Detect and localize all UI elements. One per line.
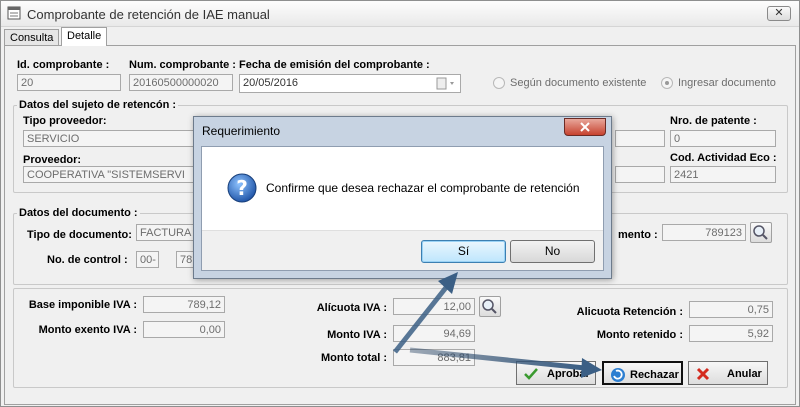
id-comprobante-field: 20 (17, 74, 121, 91)
tab-detalle[interactable]: Detalle (61, 27, 108, 46)
monto-retenido-field: 5,92 (689, 325, 773, 342)
rechazar-button[interactable]: Rechazar (602, 361, 683, 385)
alicuota-iva-label: Alícuota IVA : (316, 302, 387, 314)
tipo-documento-label: Tipo de documento: (27, 229, 132, 241)
sujeto-hidden-field-1 (615, 130, 665, 147)
window-close-button[interactable]: ✕ (767, 6, 791, 21)
alicuota-iva-field: 12,00 (393, 298, 475, 315)
aprobar-button[interactable]: Aprobar (516, 361, 596, 385)
fecha-emision-field[interactable]: 20/05/2016 (239, 74, 461, 93)
buscar-alicuota-button[interactable] (479, 296, 501, 317)
dialog-no-button[interactable]: No (510, 240, 595, 263)
proveedor-label: Proveedor: (23, 154, 82, 166)
window-title: Comprobante de retención de IAE manual (27, 7, 270, 22)
alicuota-retencion-label: Alicuota Retención : (576, 306, 683, 318)
cod-actividad-field: 2421 (670, 166, 776, 183)
monto-total-label: Monto total : (321, 352, 387, 364)
rechazar-label: Rechazar (630, 369, 679, 381)
base-imponible-label: Base imponible IVA : (28, 299, 137, 311)
sujeto-group-title: Datos del sujeto de retencón : (17, 99, 179, 111)
monto-iva-field: 94,69 (393, 325, 475, 342)
fecha-emision-value: 20/05/2016 (243, 77, 299, 89)
title-bar: Comprobante de retención de IAE manual ✕ (1, 1, 799, 27)
reject-refresh-icon (611, 368, 625, 382)
dialog-yes-button[interactable]: Sí (421, 240, 506, 263)
radio-ingresar-documento-label: Ingresar documento (678, 77, 776, 89)
close-icon (580, 122, 590, 132)
id-comprobante-label: Id. comprobante : (17, 59, 110, 71)
monto-iva-label: Monto IVA : (327, 329, 387, 341)
no-control-field-1: 00- (136, 251, 159, 268)
tab-consulta[interactable]: Consulta (4, 29, 60, 46)
dialog-footer: Sí No (202, 230, 603, 270)
cod-actividad-label: Cod. Actividad Eco : (670, 152, 777, 164)
fecha-emision-label: Fecha de emisión del comprobante : (239, 59, 430, 71)
monto-retenido-label: Monto retenido : (596, 329, 683, 341)
form-icon (7, 6, 21, 20)
documento-group-title: Datos del documento : (17, 207, 140, 219)
monto-exento-field: 0,00 (143, 321, 225, 338)
question-icon: ? (227, 173, 257, 203)
num-comprobante-label: Num. comprobante : (129, 59, 236, 71)
dialog-message: Confirme que desea rechazar el comproban… (266, 181, 580, 195)
check-icon (524, 368, 538, 380)
nro-patente-field: 0 (670, 130, 776, 147)
svg-text:?: ? (236, 176, 248, 200)
proveedor-field: COOPERATIVA "SISTEMSERVI (23, 166, 203, 183)
alicuota-retencion-field: 0,75 (689, 301, 773, 318)
sujeto-hidden-field-2 (615, 166, 665, 183)
confirm-dialog: Requerimiento ? Confirme que desea recha… (193, 116, 612, 279)
search-icon (753, 225, 768, 240)
cancel-x-icon (696, 367, 710, 381)
numero-documento-label: mento : (618, 229, 658, 241)
search-icon (482, 299, 497, 314)
dialog-title: Requerimiento (202, 124, 281, 138)
radio-segun-documento[interactable] (493, 77, 505, 89)
numero-documento-field: 789123 (662, 224, 746, 241)
no-control-label: No. de control : (47, 254, 128, 266)
anular-label: Anular (727, 368, 762, 380)
num-comprobante-field: 20160500000020 (129, 74, 233, 91)
base-imponible-field: 789,12 (143, 296, 225, 313)
calendar-dropdown-icon[interactable] (436, 77, 458, 90)
radio-ingresar-documento[interactable] (661, 77, 673, 89)
aprobar-label: Aprobar (547, 368, 590, 380)
buscar-documento-button[interactable] (750, 222, 772, 243)
nro-patente-label: Nro. de patente : (670, 115, 757, 127)
monto-exento-label: Monto exento IVA : (38, 324, 137, 336)
dialog-close-button[interactable] (564, 118, 606, 136)
monto-total-field: 883,81 (393, 349, 475, 366)
tipo-proveedor-label: Tipo proveedor: (23, 115, 107, 127)
tipo-proveedor-field: SERVICIO (23, 130, 203, 147)
tipo-documento-field: FACTURA (136, 224, 201, 241)
anular-button[interactable]: Anular (688, 361, 768, 385)
radio-segun-documento-label: Según documento existente (510, 77, 647, 89)
dialog-body: ? Confirme que desea rechazar el comprob… (201, 146, 604, 271)
